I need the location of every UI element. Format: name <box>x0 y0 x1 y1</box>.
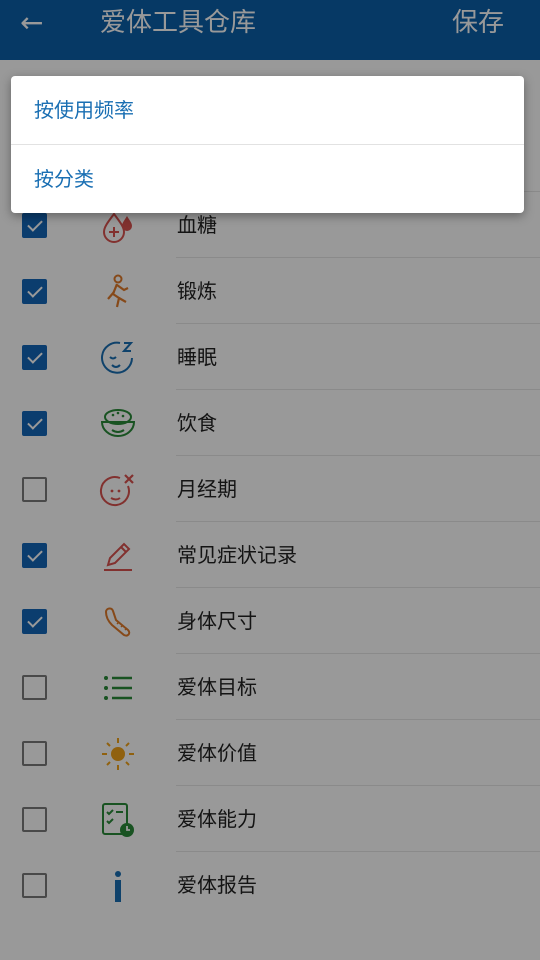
sort-by-category-option[interactable]: 按分类 <box>11 144 524 212</box>
sort-by-frequency-option[interactable]: 按使用频率 <box>11 76 524 144</box>
sort-menu: 按使用频率 按分类 <box>11 76 524 213</box>
